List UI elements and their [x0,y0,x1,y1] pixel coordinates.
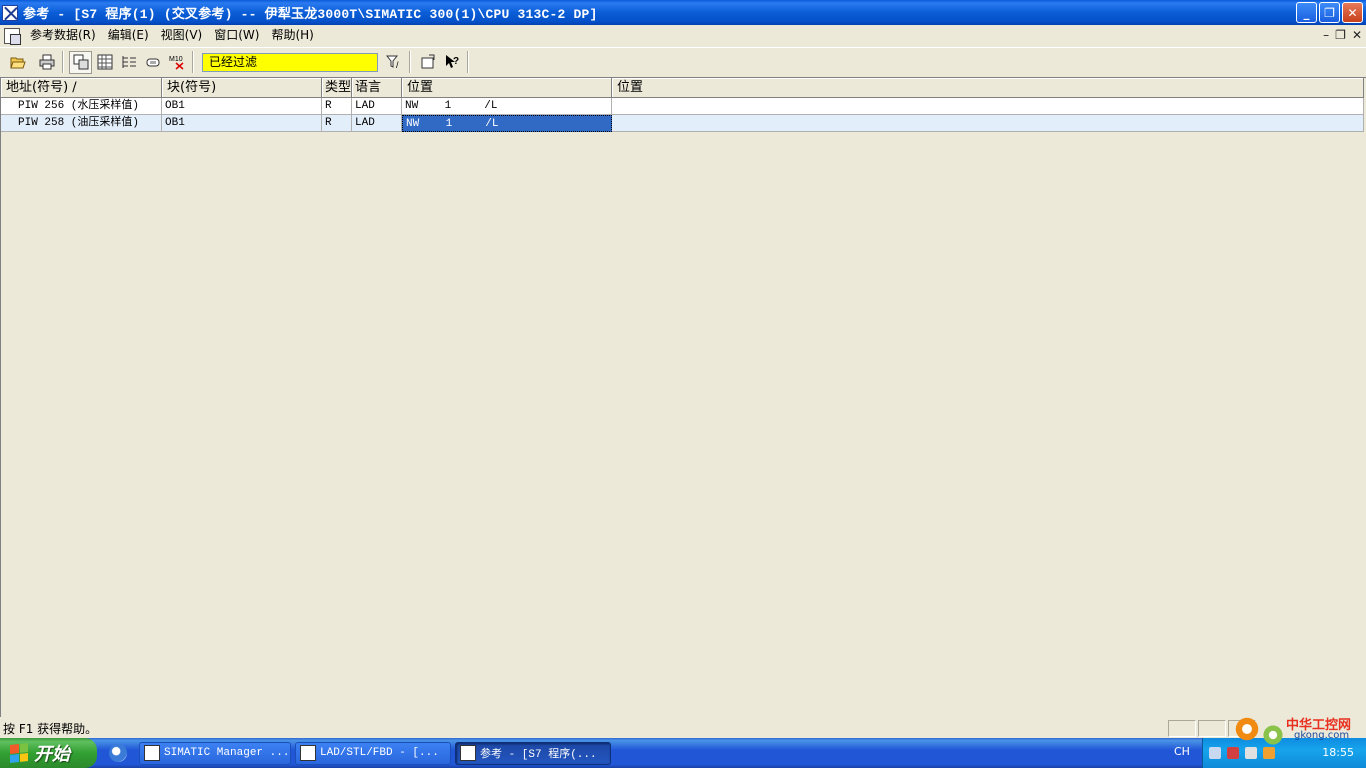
windows-logo-icon [10,743,28,763]
taskbar-item-reference[interactable]: 参考 - [S7 程序(... [455,741,611,765]
filter-button[interactable]: / [382,51,405,74]
cross-reference-table: 地址(符号) ∕ 块(符号) 类型 语言 位置 位置 PIW 256 (水压采样… [0,77,1366,717]
cell-address[interactable]: PIW 258 (油压采样值) [1,115,162,132]
gear-icon [1262,724,1284,746]
mdi-close-button[interactable]: ✕ [1352,28,1362,42]
column-header-block[interactable]: 块(符号) [162,78,322,98]
cell-location-2[interactable] [612,115,1364,132]
task-label: 参考 - [S7 程序(... [480,749,597,761]
menu-help[interactable]: 帮助(H) [265,25,319,46]
svg-text:M10: M10 [169,56,183,63]
cell-language[interactable]: LAD [352,98,402,115]
cell-type[interactable]: R [322,98,352,115]
window-controls: _ ❐ ✕ [1296,2,1363,23]
mdi-restore-button[interactable]: ❐ [1335,28,1346,42]
reference-app-icon [460,745,476,761]
taskbar-item-lad-editor[interactable]: LAD/STL/FBD - [... [295,741,451,765]
cross-reference-icon [73,54,88,70]
network-icon[interactable] [1209,747,1221,759]
table-header: 地址(符号) ∕ 块(符号) 类型 语言 位置 位置 [1,78,1366,98]
start-label: 开始 [34,744,70,765]
go-to-location-button[interactable] [416,51,439,74]
browser-quicklaunch-icon[interactable] [109,744,127,762]
toolbar: M10 已经过滤 / ? [0,47,1366,76]
taskbar-item-simatic-manager[interactable]: SIMATIC Manager ... [139,741,291,765]
app-icon[interactable] [2,4,18,21]
lad-editor-icon [300,745,316,761]
cell-block[interactable]: OB1 [162,98,322,115]
tray-app-icon[interactable] [1263,747,1275,759]
unused-symbols-icon [146,58,159,67]
window-title: 参考 - [S7 程序(1) (交叉参考) -- 伊犁玉龙3000T\SIMAT… [23,7,598,22]
column-header-location[interactable]: 位置 [402,78,612,98]
svg-text:/: / [396,60,399,70]
cell-type[interactable]: R [322,115,352,132]
menu-reference-data[interactable]: 参考数据(R) [24,25,102,46]
cell-location[interactable]: NW 1 /L [402,98,612,115]
go-to-location-icon [421,54,434,69]
assignment-button[interactable] [93,51,116,74]
svg-text:?: ? [453,56,459,67]
program-structure-button[interactable] [117,51,140,74]
menu-view[interactable]: 视图(V) [155,25,209,46]
task-label: SIMATIC Manager ... [164,747,290,759]
mdi-controls: – ❐ ✕ [1323,28,1362,42]
filter-status-field[interactable]: 已经过滤 [202,52,378,72]
column-header-type[interactable]: 类型 [322,78,352,98]
simatic-manager-icon [144,745,160,761]
open-button[interactable] [6,51,29,74]
context-help-button[interactable]: ? [440,51,463,74]
status-pane [1198,720,1226,737]
print-icon [39,54,54,70]
start-button[interactable]: 开始 [0,738,97,768]
close-button[interactable]: ✕ [1342,2,1363,23]
menu-edit[interactable]: 编辑(E) [102,25,155,46]
gear-icon [1234,716,1260,742]
m10-no-symbol-icon: M10 [169,56,183,70]
title-bar[interactable]: 参考 - [S7 程序(1) (交叉参考) -- 伊犁玉龙3000T\SIMAT… [0,0,1366,25]
column-header-location-2[interactable]: 位置 [612,78,1364,98]
assignment-icon [97,54,112,70]
address-without-symbol-button[interactable]: M10 [165,51,188,74]
security-icon[interactable] [1227,747,1239,759]
cell-address[interactable]: PIW 256 (水压采样值) [1,98,162,115]
toolbar-separator [409,51,411,73]
table-row[interactable]: PIW 256 (水压采样值) OB1 R LAD NW 1 /L [1,98,1366,115]
watermark-url: gkong.com [1294,730,1350,741]
taskbar: 开始 SIMATIC Manager ... LAD/STL/FBD - [..… [0,738,1366,768]
mdi-minimize-button[interactable]: – [1323,28,1329,42]
toolbar-separator [467,51,469,73]
cell-block[interactable]: OB1 [162,115,322,132]
cross-reference-button[interactable] [69,50,92,74]
menu-window[interactable]: 窗口(W) [208,25,265,46]
open-icon [9,57,26,69]
cell-language[interactable]: LAD [352,115,402,132]
minimize-button[interactable]: _ [1296,2,1317,23]
context-help-icon: ? [445,55,459,68]
document-menu-icon[interactable] [4,27,21,45]
volume-icon[interactable] [1245,747,1257,759]
toolbar-separator [192,51,194,73]
watermark-logo: 中华工控网 gkong.com [1232,712,1362,748]
language-indicator[interactable]: CH [1174,745,1190,758]
unused-symbols-button[interactable] [141,51,164,74]
status-bar: 按 F1 获得帮助。 [0,718,1366,738]
column-header-address[interactable]: 地址(符号) ∕ [1,78,162,98]
cell-location-2[interactable] [612,98,1364,115]
task-label: LAD/STL/FBD - [... [320,747,439,759]
program-structure-icon [122,56,136,68]
filter-icon: / [385,55,399,70]
status-pane [1168,720,1196,737]
cell-location-selected[interactable]: NW 1 /L [402,115,612,132]
table-row[interactable]: PIW 258 (油压采样值) OB1 R LAD NW 1 /L [1,115,1366,132]
menu-bar: 参考数据(R) 编辑(E) 视图(V) 窗口(W) 帮助(H) – ❐ ✕ [0,25,1366,46]
restore-button[interactable]: ❐ [1319,2,1340,23]
print-button[interactable] [35,51,58,74]
toolbar-separator [62,51,64,73]
column-header-language[interactable]: 语言 [352,78,402,98]
status-text: 按 F1 获得帮助。 [3,721,98,736]
